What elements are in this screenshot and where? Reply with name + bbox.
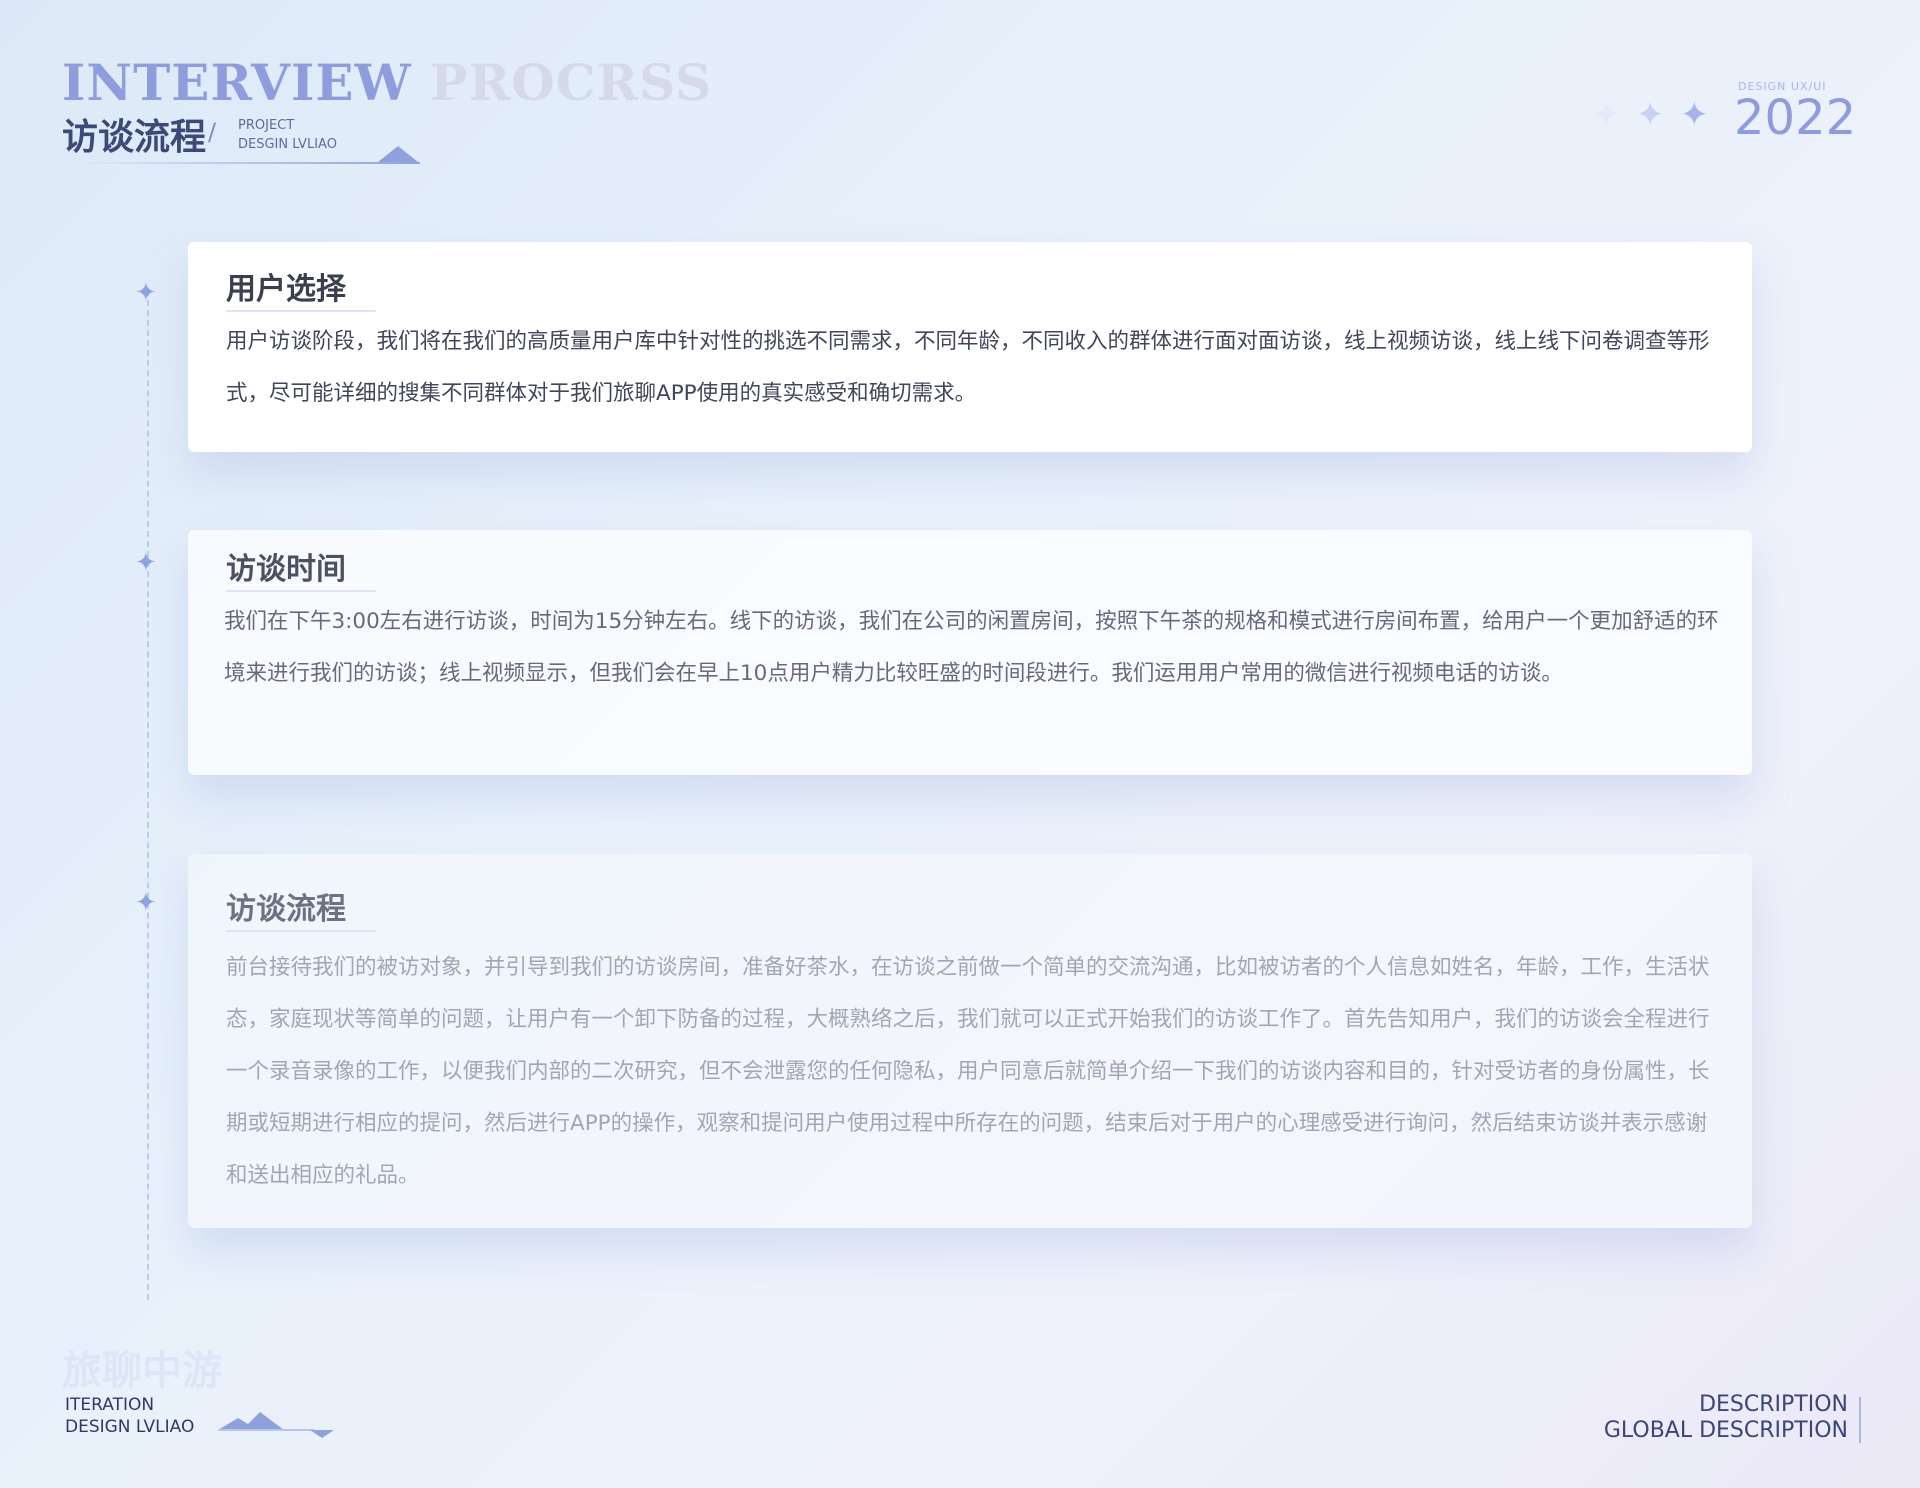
card-body: 前台接待我们的被访对象，并引导到我们的访谈房间，准备好茶水，在访谈之前做一个简单…: [226, 955, 1710, 1188]
timeline-line: [147, 290, 149, 1300]
card-title: 访谈时间: [226, 552, 346, 587]
header-title-english-part1: INTERVIEW: [62, 53, 412, 112]
card-title: 用户选择: [226, 272, 346, 307]
header-title-english: INTERVIEW PROCRSS: [62, 58, 712, 108]
title-separator: /: [208, 118, 217, 146]
card-interview-process: 访谈流程 前台接待我们的被访对象，并引导到我们的访谈房间，准备好茶水，在访谈之前…: [188, 854, 1752, 1228]
description-line2: GLOBAL DESCRIPTION: [1603, 1418, 1848, 1443]
card-title-underline: [226, 310, 376, 312]
description-label: DESCRIPTION GLOBAL DESCRIPTION: [1604, 1392, 1848, 1444]
year-label: 2022: [1734, 90, 1857, 146]
four-point-star-icon: ✦: [135, 548, 157, 578]
four-point-star-icon: ✦: [135, 278, 157, 308]
card-user-selection: 用户选择 用户访谈阶段，我们将在我们的高质量用户库中针对性的挑选不同需求，不同年…: [188, 242, 1752, 452]
footer-divider: [1859, 1397, 1861, 1443]
iteration-label-line1: ITERATION: [65, 1395, 155, 1415]
brand-watermark: 旅聊中游: [62, 1347, 222, 1394]
card-body: 用户访谈阶段，我们将在我们的高质量用户库中针对性的挑选不同需求，不同年龄，不同收…: [226, 329, 1710, 406]
sparkle-icon: ✦: [1636, 95, 1665, 135]
project-label-line1: PROJECT: [238, 118, 295, 133]
page-title: 访谈流程: [62, 117, 207, 158]
mountain-icon: [218, 1408, 334, 1440]
card-title: 访谈流程: [226, 892, 346, 927]
four-point-star-icon: ✦: [135, 888, 157, 918]
card-body: 我们在下午3:00左右进行访谈，时间为15分钟左右。线下的访谈，我们在公司的闲置…: [224, 609, 1719, 686]
mountain-icon: [378, 146, 418, 162]
sparkle-icon: ✦: [1680, 95, 1709, 135]
header-title-english-part2: PROCRSS: [430, 53, 713, 112]
description-line1: DESCRIPTION: [1699, 1392, 1848, 1417]
iteration-label-line2: DESIGN LVLIAO: [65, 1417, 195, 1437]
iteration-label: ITERATION DESIGN LVLIAO: [65, 1394, 194, 1438]
sparkle-icon: ✦: [1592, 95, 1621, 135]
project-label-line2: DESGIN LVLIAO: [238, 137, 337, 152]
card-title-underline: [226, 590, 376, 592]
card-title-underline: [226, 930, 376, 932]
card-interview-time: 访谈时间 我们在下午3:00左右进行访谈，时间为15分钟左右。线下的访谈，我们在…: [188, 530, 1752, 775]
project-label: PROJECT DESGIN LVLIAO: [238, 116, 337, 154]
header-underline: [60, 162, 420, 164]
